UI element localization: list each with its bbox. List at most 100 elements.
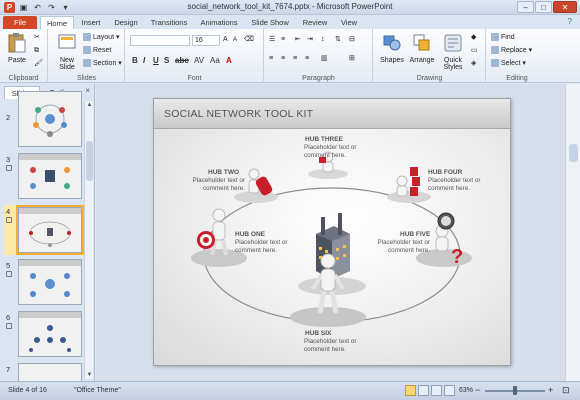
strikethrough-icon[interactable]: abc — [175, 56, 189, 65]
shape-fill-icon[interactable]: ◆ — [471, 33, 476, 43]
font-name-box[interactable] — [130, 35, 190, 46]
hub-six-shadow — [290, 307, 366, 327]
main-scroll-thumb[interactable] — [569, 144, 578, 162]
slide-thumbnail[interactable]: 7 — [4, 363, 82, 381]
slide-title[interactable]: SOCIAL NETWORK TOOL KIT — [164, 108, 313, 120]
shadow-icon[interactable]: S — [164, 56, 169, 65]
align-left-icon[interactable]: ≡ — [269, 54, 273, 64]
reading-view-icon[interactable] — [431, 385, 442, 396]
zoom-in-icon[interactable]: + — [548, 385, 553, 395]
grow-font-icon[interactable]: A — [223, 35, 228, 45]
hub-five-text[interactable]: Placeholder text or comment here. — [366, 239, 430, 255]
font-size-box[interactable]: 16 — [192, 35, 220, 46]
zoom-out-icon[interactable]: − — [475, 385, 480, 395]
hub-three-text[interactable]: Placeholder text or comment here. — [304, 144, 368, 160]
slide-2-preview-image — [33, 104, 67, 137]
fit-slide-icon[interactable]: ⊡ — [562, 385, 570, 396]
slide-thumbnail[interactable]: 6 — [4, 311, 82, 359]
slide-3-preview-image — [19, 154, 81, 189]
slide-sorter-icon[interactable] — [418, 385, 429, 396]
zoom-level[interactable]: 63% — [459, 387, 473, 394]
tab-file[interactable]: File — [3, 16, 37, 29]
bold-icon[interactable]: B — [132, 56, 138, 65]
format-painter-icon[interactable]: 🖌 — [34, 59, 43, 69]
help-icon[interactable]: ? — [568, 17, 572, 26]
group-editing: Find Replace ▾ Select ▾ Editing — [487, 29, 547, 83]
tab-design[interactable]: Design — [110, 16, 142, 29]
hub-five-title[interactable]: HUB FIVE — [400, 231, 430, 238]
tab-home[interactable]: Home — [40, 16, 74, 29]
hub-three-title[interactable]: HUB THREE — [305, 136, 343, 143]
theme-name[interactable]: "Office Theme" — [74, 387, 121, 394]
hub-six-title[interactable]: HUB SIX — [305, 330, 331, 337]
hub-one-title[interactable]: HUB ONE — [235, 231, 265, 238]
hub-one-text[interactable]: Placeholder text or comment here. — [235, 239, 299, 255]
shape-outline-icon[interactable]: ▭ — [471, 46, 478, 56]
underline-icon[interactable]: U — [153, 56, 159, 65]
panel-scroll-thumb[interactable] — [86, 141, 93, 181]
panel-scrollbar[interactable]: ▲ ▼ — [84, 101, 93, 379]
paste-button[interactable]: Paste — [3, 32, 31, 64]
shapes-button[interactable]: Shapes — [377, 32, 407, 64]
panel-close-icon[interactable]: × — [85, 86, 90, 95]
align-right-icon[interactable]: ≡ — [293, 54, 297, 64]
zoom-slider-knob[interactable] — [513, 386, 517, 395]
tab-slide-show[interactable]: Slide Show — [248, 16, 292, 29]
tab-transitions[interactable]: Transitions — [146, 16, 192, 29]
maximize-button[interactable]: □ — [535, 1, 552, 13]
slide-thumbnail[interactable]: 5 — [4, 259, 82, 307]
change-case-icon[interactable]: Aa — [210, 56, 220, 65]
italic-icon[interactable]: I — [143, 56, 145, 65]
hub-four-title[interactable]: HUB FOUR — [428, 169, 462, 176]
shrink-font-icon[interactable]: A — [233, 35, 237, 45]
tab-insert[interactable]: Insert — [76, 16, 106, 29]
slide-preview — [16, 205, 84, 255]
normal-view-icon[interactable] — [405, 385, 416, 396]
close-button[interactable]: ✕ — [553, 1, 577, 13]
scroll-down-icon[interactable]: ▼ — [85, 371, 94, 379]
justify-icon[interactable]: ≡ — [305, 54, 309, 64]
minimize-button[interactable]: – — [517, 1, 534, 13]
decrease-indent-icon[interactable]: ⇤ — [295, 35, 301, 45]
hub-two-title[interactable]: HUB TWO — [208, 169, 239, 176]
hub-four-text[interactable]: Placeholder text or comment here. — [428, 177, 492, 193]
clear-format-icon[interactable]: ⌫ — [244, 35, 254, 45]
shape-effects-icon[interactable]: ◈ — [471, 59, 476, 69]
cut-icon[interactable]: ✂ — [34, 33, 40, 43]
replace-button[interactable]: Replace ▾ — [491, 46, 532, 56]
text-direction-icon[interactable]: ⇅ — [335, 35, 341, 45]
increase-indent-icon[interactable]: ⇥ — [307, 35, 313, 45]
select-button[interactable]: Select ▾ — [491, 59, 526, 69]
copy-icon[interactable]: ⧉ — [34, 46, 39, 56]
scroll-up-icon[interactable]: ▲ — [85, 101, 94, 109]
layout-button[interactable]: Layout ▾ — [83, 33, 120, 43]
slide-thumbnail[interactable]: 2 — [4, 91, 82, 149]
hub-six-text[interactable]: Placeholder text or comment here. — [304, 338, 368, 354]
align-center-icon[interactable]: ≡ — [281, 54, 285, 64]
smartart-icon[interactable]: ⊞ — [349, 54, 355, 64]
slide-thumbnail-selected[interactable]: 4 — [4, 205, 84, 255]
line-spacing-icon[interactable]: ↕ — [321, 35, 325, 45]
new-slide-button[interactable]: New Slide — [52, 32, 82, 71]
slide-thumbnail[interactable]: 3 — [4, 153, 82, 201]
font-color-icon[interactable]: A — [226, 56, 232, 65]
arrange-button[interactable]: Arrange — [407, 32, 437, 64]
slide-show-icon[interactable] — [444, 385, 455, 396]
slide-number: 4 — [6, 207, 11, 216]
columns-icon[interactable]: ▥ — [321, 54, 328, 64]
tab-view[interactable]: View — [336, 16, 362, 29]
quick-styles-button[interactable]: Quick Styles — [437, 32, 469, 71]
section-button[interactable]: Section ▾ — [83, 59, 122, 69]
numbering-icon[interactable]: ≡ — [281, 35, 285, 45]
hub-two-text[interactable]: Placeholder text or comment here. — [181, 177, 245, 193]
bullets-icon[interactable]: ☰ — [269, 35, 275, 45]
find-button[interactable]: Find — [491, 33, 515, 43]
tab-animations[interactable]: Animations — [196, 16, 242, 29]
slide-canvas[interactable]: SOCIAL NETWORK TOOL KIT ? HUB THREE Plac… — [153, 98, 511, 366]
tab-review[interactable]: Review — [298, 16, 332, 29]
spacing-icon[interactable]: AV — [194, 56, 204, 65]
slides-panel: Slides Outline × 2 3 — [0, 84, 95, 381]
reset-button[interactable]: Reset — [83, 46, 111, 56]
align-text-icon[interactable]: ⊟ — [349, 35, 355, 45]
main-scrollbar[interactable] — [565, 84, 580, 381]
